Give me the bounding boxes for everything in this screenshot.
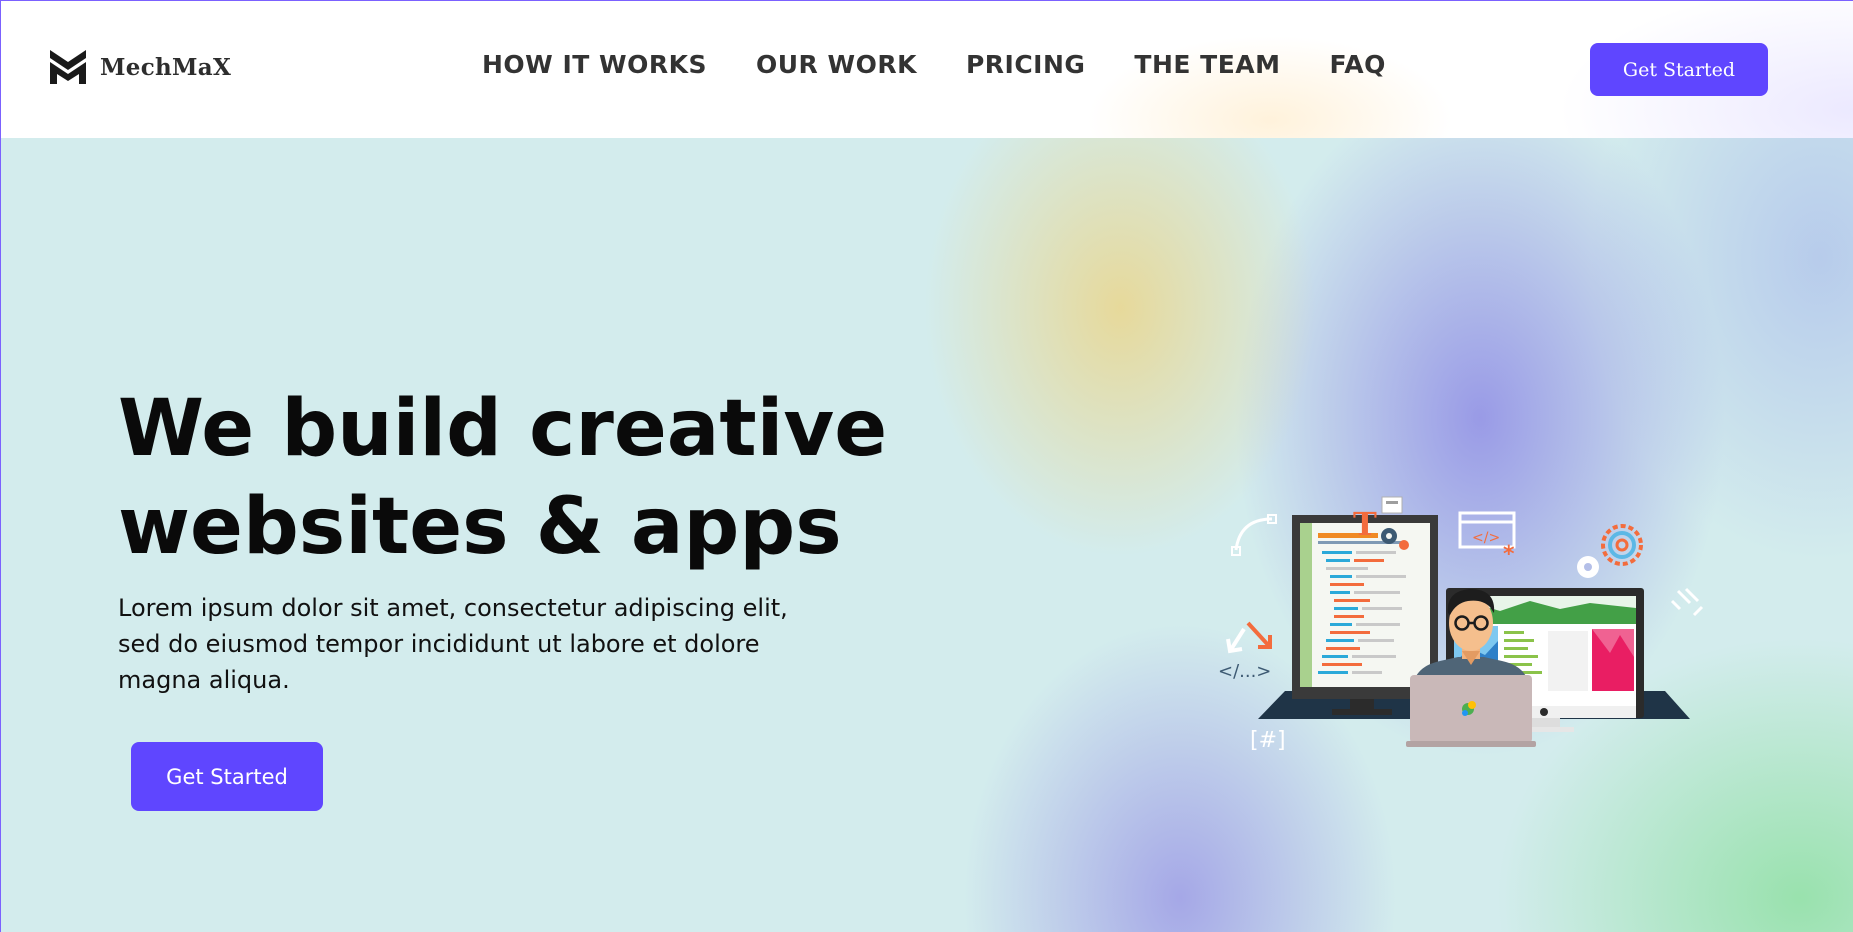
developer-workspace-illustration: T </> * </...> [#] bbox=[1200, 443, 1730, 768]
hero-section: We build creative websites & apps Lorem … bbox=[0, 138, 1853, 932]
site-header: MechMaX HOW IT WORKS OUR WORK PRICING TH… bbox=[0, 0, 1853, 138]
main-nav: HOW IT WORKS OUR WORK PRICING THE TEAM F… bbox=[482, 50, 1386, 79]
code-tag-icon: </...> bbox=[1218, 661, 1271, 682]
hero-headline: We build creative websites & apps bbox=[118, 380, 887, 576]
hero-headline-line2: websites & apps bbox=[118, 482, 842, 572]
text-tool-icon: T bbox=[1353, 505, 1377, 543]
nav-the-team[interactable]: THE TEAM bbox=[1134, 50, 1280, 79]
svg-text:*: * bbox=[1503, 542, 1515, 567]
nav-our-work[interactable]: OUR WORK bbox=[756, 50, 917, 79]
brand-logo[interactable]: MechMaX bbox=[48, 48, 231, 86]
mechmax-logo-icon bbox=[48, 48, 88, 86]
nav-faq[interactable]: FAQ bbox=[1330, 50, 1386, 79]
nav-how-it-works[interactable]: HOW IT WORKS bbox=[482, 50, 707, 79]
hero-get-started-button[interactable]: Get Started bbox=[131, 742, 323, 811]
brand-name: MechMaX bbox=[100, 53, 232, 81]
hash-tag-icon: [#] bbox=[1250, 728, 1286, 753]
code-window-icon: </> bbox=[1472, 530, 1500, 546]
nav-pricing[interactable]: PRICING bbox=[966, 50, 1085, 79]
hero-subtext: Lorem ipsum dolor sit amet, consectetur … bbox=[118, 594, 788, 694]
hero-headline-line1: We build creative bbox=[118, 384, 888, 474]
header-get-started-button[interactable]: Get Started bbox=[1590, 43, 1768, 96]
